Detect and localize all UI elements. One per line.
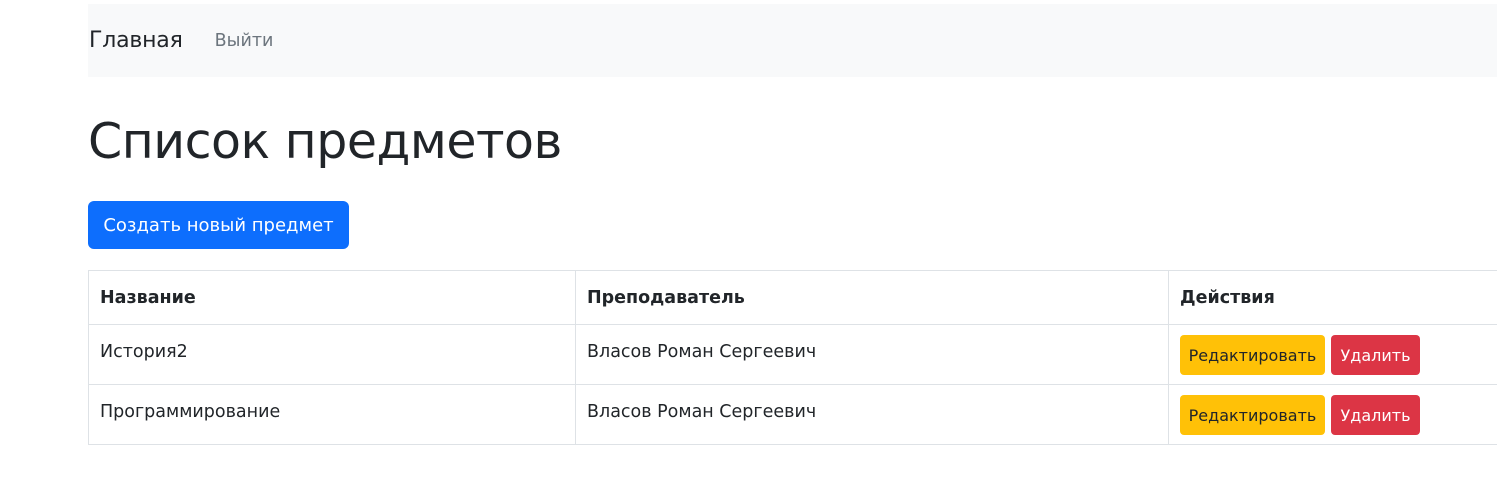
- teacher-name-cell: Власов Роман Сергеевич: [575, 324, 1169, 385]
- table-row: История2 Власов Роман Сергеевич Редактир…: [88, 324, 1497, 385]
- logout-link[interactable]: Выйти: [215, 31, 274, 51]
- column-header-name: Название: [88, 270, 576, 325]
- subjects-table: Название Преподаватель Действия История2…: [88, 270, 1497, 445]
- navbar-brand-home-link[interactable]: Главная: [89, 28, 183, 53]
- delete-button[interactable]: Удалить: [1331, 335, 1420, 375]
- page-title: Список предметов: [88, 113, 562, 170]
- subject-name-cell: Программирование: [88, 384, 576, 445]
- edit-button[interactable]: Редактировать: [1180, 395, 1325, 435]
- actions-cell: Редактировать Удалить: [1168, 384, 1497, 445]
- subject-name-cell: История2: [88, 324, 576, 385]
- table-row: Программирование Власов Роман Сергеевич …: [88, 384, 1497, 445]
- table-header-row: Название Преподаватель Действия: [88, 270, 1497, 325]
- teacher-name-cell: Власов Роман Сергеевич: [575, 384, 1169, 445]
- column-header-teacher: Преподаватель: [575, 270, 1169, 325]
- column-header-actions: Действия: [1168, 270, 1497, 325]
- navbar: Главная Выйти: [88, 4, 1497, 77]
- page: Главная Выйти Список предметов Создать н…: [0, 0, 1497, 489]
- delete-button[interactable]: Удалить: [1331, 395, 1420, 435]
- actions-cell: Редактировать Удалить: [1168, 324, 1497, 385]
- edit-button[interactable]: Редактировать: [1180, 335, 1325, 375]
- create-subject-button[interactable]: Создать новый предмет: [88, 201, 349, 249]
